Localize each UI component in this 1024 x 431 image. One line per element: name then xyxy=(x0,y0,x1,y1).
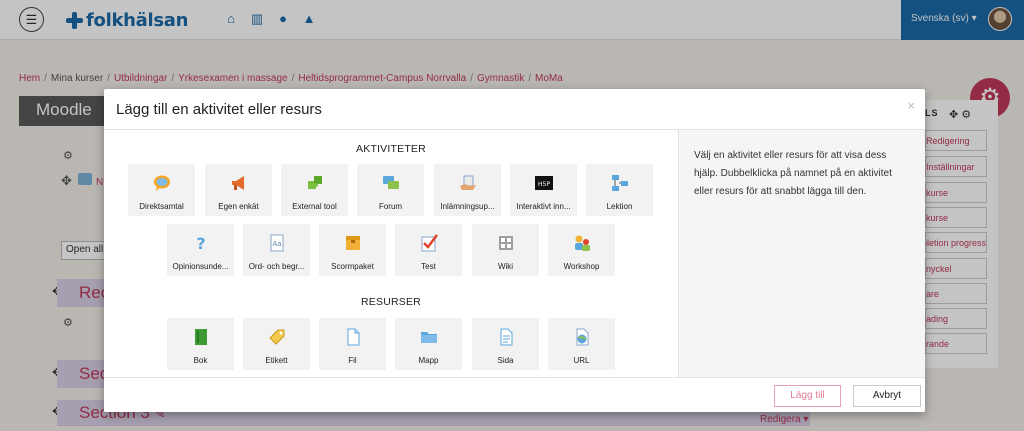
activity-ordlista[interactable]: Aa Ord- och begr... xyxy=(243,224,310,276)
activity-chooser-dialog: Lägg till en aktivitet eller resurs × AK… xyxy=(104,89,925,412)
activity-wiki[interactable]: Wiki xyxy=(472,224,539,276)
tile-label: Bok xyxy=(193,356,208,365)
resource-url[interactable]: URL xyxy=(548,318,615,370)
svg-text:?: ? xyxy=(196,234,205,252)
resource-sida[interactable]: Sida xyxy=(472,318,539,370)
activity-inlamningsuppgift[interactable]: Inlämningsup... xyxy=(434,164,501,216)
dialog-body: AKTIVITETER Direktsamtal Egen enkät Exte… xyxy=(104,130,925,377)
tile-label: Wiki xyxy=(497,262,514,271)
package-icon xyxy=(346,236,360,250)
dialog-header: Lägg till en aktivitet eller resurs × xyxy=(104,89,925,130)
svg-text:Aa: Aa xyxy=(272,240,281,248)
workshop-people-icon xyxy=(575,235,590,251)
tile-label: Etikett xyxy=(265,356,288,365)
activity-direktsamtal[interactable]: Direktsamtal xyxy=(128,164,195,216)
tile-label: Test xyxy=(421,262,436,271)
dialog-title: Lägg till en aktivitet eller resurs xyxy=(116,101,322,118)
activity-forum[interactable]: Forum xyxy=(357,164,424,216)
file-icon xyxy=(347,328,360,346)
tile-label: Mapp xyxy=(418,356,439,365)
tile-label: Interaktivt inn... xyxy=(516,202,571,211)
tile-label: Forum xyxy=(378,202,403,211)
cancel-button[interactable]: Avbryt xyxy=(853,385,921,407)
tile-label: Fil xyxy=(348,356,357,365)
activity-scormpaket[interactable]: Scormpaket xyxy=(319,224,386,276)
glossary-icon: Aa xyxy=(270,234,284,252)
activity-opinionsundersokning[interactable]: ? Opinionsunde... xyxy=(167,224,234,276)
tile-label: External tool xyxy=(292,202,337,211)
lesson-flow-icon xyxy=(612,175,628,191)
activities-heading: AKTIVITETER xyxy=(356,143,426,155)
chat-bubble-icon xyxy=(154,175,170,191)
activity-workshop[interactable]: Workshop xyxy=(548,224,615,276)
megaphone-icon xyxy=(232,176,244,190)
label-tag-icon xyxy=(269,329,285,345)
activity-external-tool[interactable]: External tool xyxy=(281,164,348,216)
h5p-icon: H5P xyxy=(535,176,553,190)
tile-label: Inlämningsup... xyxy=(440,202,495,211)
tile-label: Sida xyxy=(497,356,514,365)
resource-etikett[interactable]: Etikett xyxy=(243,318,310,370)
activity-lektion[interactable]: Lektion xyxy=(586,164,653,216)
folder-icon xyxy=(421,332,437,343)
resource-fil[interactable]: Fil xyxy=(319,318,386,370)
resource-mapp[interactable]: Mapp xyxy=(395,318,462,370)
forum-icon xyxy=(383,176,399,189)
question-icon: ? xyxy=(196,234,205,252)
tile-label: Opinionsunde... xyxy=(172,262,229,271)
wiki-icon xyxy=(499,236,513,250)
book-icon xyxy=(195,329,207,345)
module-chooser: AKTIVITETER Direktsamtal Egen enkät Exte… xyxy=(104,130,678,377)
activity-interaktivt-innehall[interactable]: H5P Interaktivt inn... xyxy=(510,164,577,216)
resources-heading: RESURSER xyxy=(361,296,421,308)
help-panel: Välj en aktivitet eller resurs för att v… xyxy=(678,130,925,377)
activity-test[interactable]: Test xyxy=(395,224,462,276)
tile-label: Lektion xyxy=(606,202,633,211)
quiz-check-icon xyxy=(421,234,438,252)
svg-text:H5P: H5P xyxy=(538,181,550,188)
puzzle-icon xyxy=(308,176,322,189)
close-icon[interactable]: × xyxy=(907,98,915,113)
resource-bok[interactable]: Bok xyxy=(167,318,234,370)
page-icon xyxy=(500,328,513,346)
assignment-hand-icon xyxy=(460,175,476,190)
add-button[interactable]: Lägg till xyxy=(774,385,841,407)
tile-label: Workshop xyxy=(563,262,600,271)
tile-label: Scormpaket xyxy=(331,262,374,271)
tile-label: Ord- och begr... xyxy=(248,262,305,271)
activity-egen-enkat[interactable]: Egen enkät xyxy=(205,164,272,216)
tile-label: Direktsamtal xyxy=(139,202,184,211)
globe-link-icon xyxy=(576,328,589,346)
tile-label: Egen enkät xyxy=(218,202,259,211)
dialog-footer: Lägg till Avbryt xyxy=(104,377,925,412)
tile-label: URL xyxy=(573,356,590,365)
